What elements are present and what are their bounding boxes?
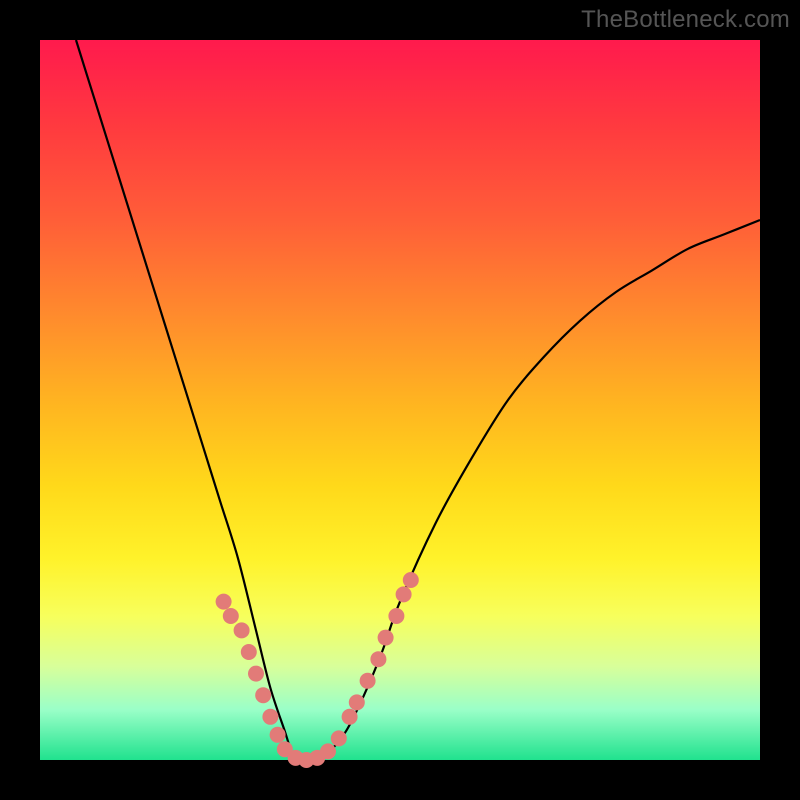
data-dot [378, 630, 394, 646]
data-dot [396, 586, 412, 602]
watermark-text: TheBottleneck.com [581, 6, 790, 34]
data-dot [216, 594, 232, 610]
plot-area [40, 40, 760, 760]
data-dot [370, 651, 386, 667]
data-dot [234, 622, 250, 638]
data-dot [248, 666, 264, 682]
data-dot [262, 709, 278, 725]
data-dot [255, 687, 271, 703]
data-dot [241, 644, 257, 660]
data-dot [388, 608, 404, 624]
data-dot [403, 572, 419, 588]
data-dot [270, 727, 286, 743]
data-dot [342, 709, 358, 725]
chart-svg [40, 40, 760, 760]
data-dot [360, 673, 376, 689]
data-dots [216, 572, 419, 768]
data-dot [320, 743, 336, 759]
data-dot [223, 608, 239, 624]
data-dot [331, 730, 347, 746]
bottleneck-curve [76, 40, 760, 761]
data-dot [349, 694, 365, 710]
chart-frame: TheBottleneck.com [0, 0, 800, 800]
